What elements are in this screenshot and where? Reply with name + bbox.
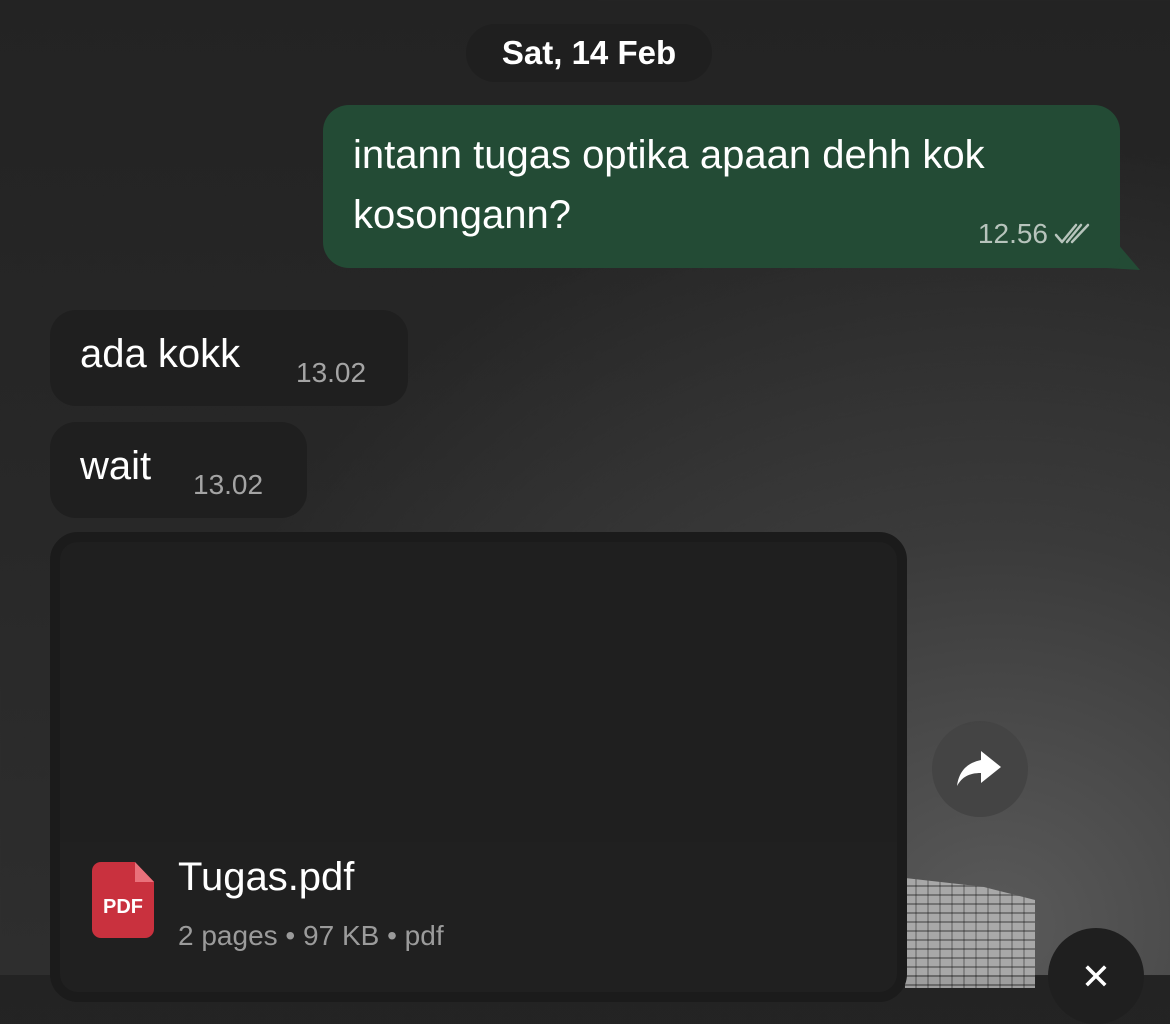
incoming-message-time: 13.02: [193, 469, 264, 500]
outgoing-message-meta: 12.56: [978, 218, 1092, 250]
outgoing-message-line-1: intann tugas optika apaan dehh kok: [353, 133, 985, 177]
date-divider-label: Sat, 14 Feb: [501, 34, 677, 71]
close-button[interactable]: ✕: [1048, 928, 1144, 1024]
outgoing-message-bubble[interactable]: intann tugas optika apaan dehh kok koson…: [323, 105, 1120, 268]
pdf-file-icon-fold: [135, 862, 154, 882]
forward-button[interactable]: [932, 721, 1028, 817]
background-wallpaper-building: [905, 878, 1035, 988]
forward-arrow-icon: [957, 751, 1001, 786]
pdf-icon-label: PDF: [103, 896, 143, 918]
file-size: 97 KB: [303, 920, 380, 951]
file-preview-area: [60, 542, 897, 842]
incoming-message-bubble[interactable]: wait 13.02: [50, 422, 307, 518]
file-meta: 2 pages • 97 KB • pdf: [178, 920, 444, 952]
close-icon: ✕: [1080, 956, 1112, 997]
file-meta-separator: •: [387, 920, 397, 951]
date-divider: Sat, 14 Feb: [466, 24, 712, 82]
file-page-count: 2 pages: [178, 920, 278, 951]
file-type: pdf: [404, 920, 444, 951]
pdf-file-message[interactable]: PDF Tugas.pdf 2 pages • 97 KB • pdf: [50, 532, 907, 1002]
file-name[interactable]: Tugas.pdf: [178, 855, 354, 900]
incoming-message-time: 13.02: [296, 357, 367, 388]
file-meta-separator: •: [285, 920, 296, 951]
double-check-icon: [1054, 223, 1090, 244]
outgoing-message-time: 12.56: [977, 218, 1048, 249]
incoming-message-bubble[interactable]: ada kokk 13.02: [50, 310, 408, 406]
incoming-message-text: wait: [80, 444, 152, 488]
incoming-message-text: ada kokk: [80, 332, 241, 376]
